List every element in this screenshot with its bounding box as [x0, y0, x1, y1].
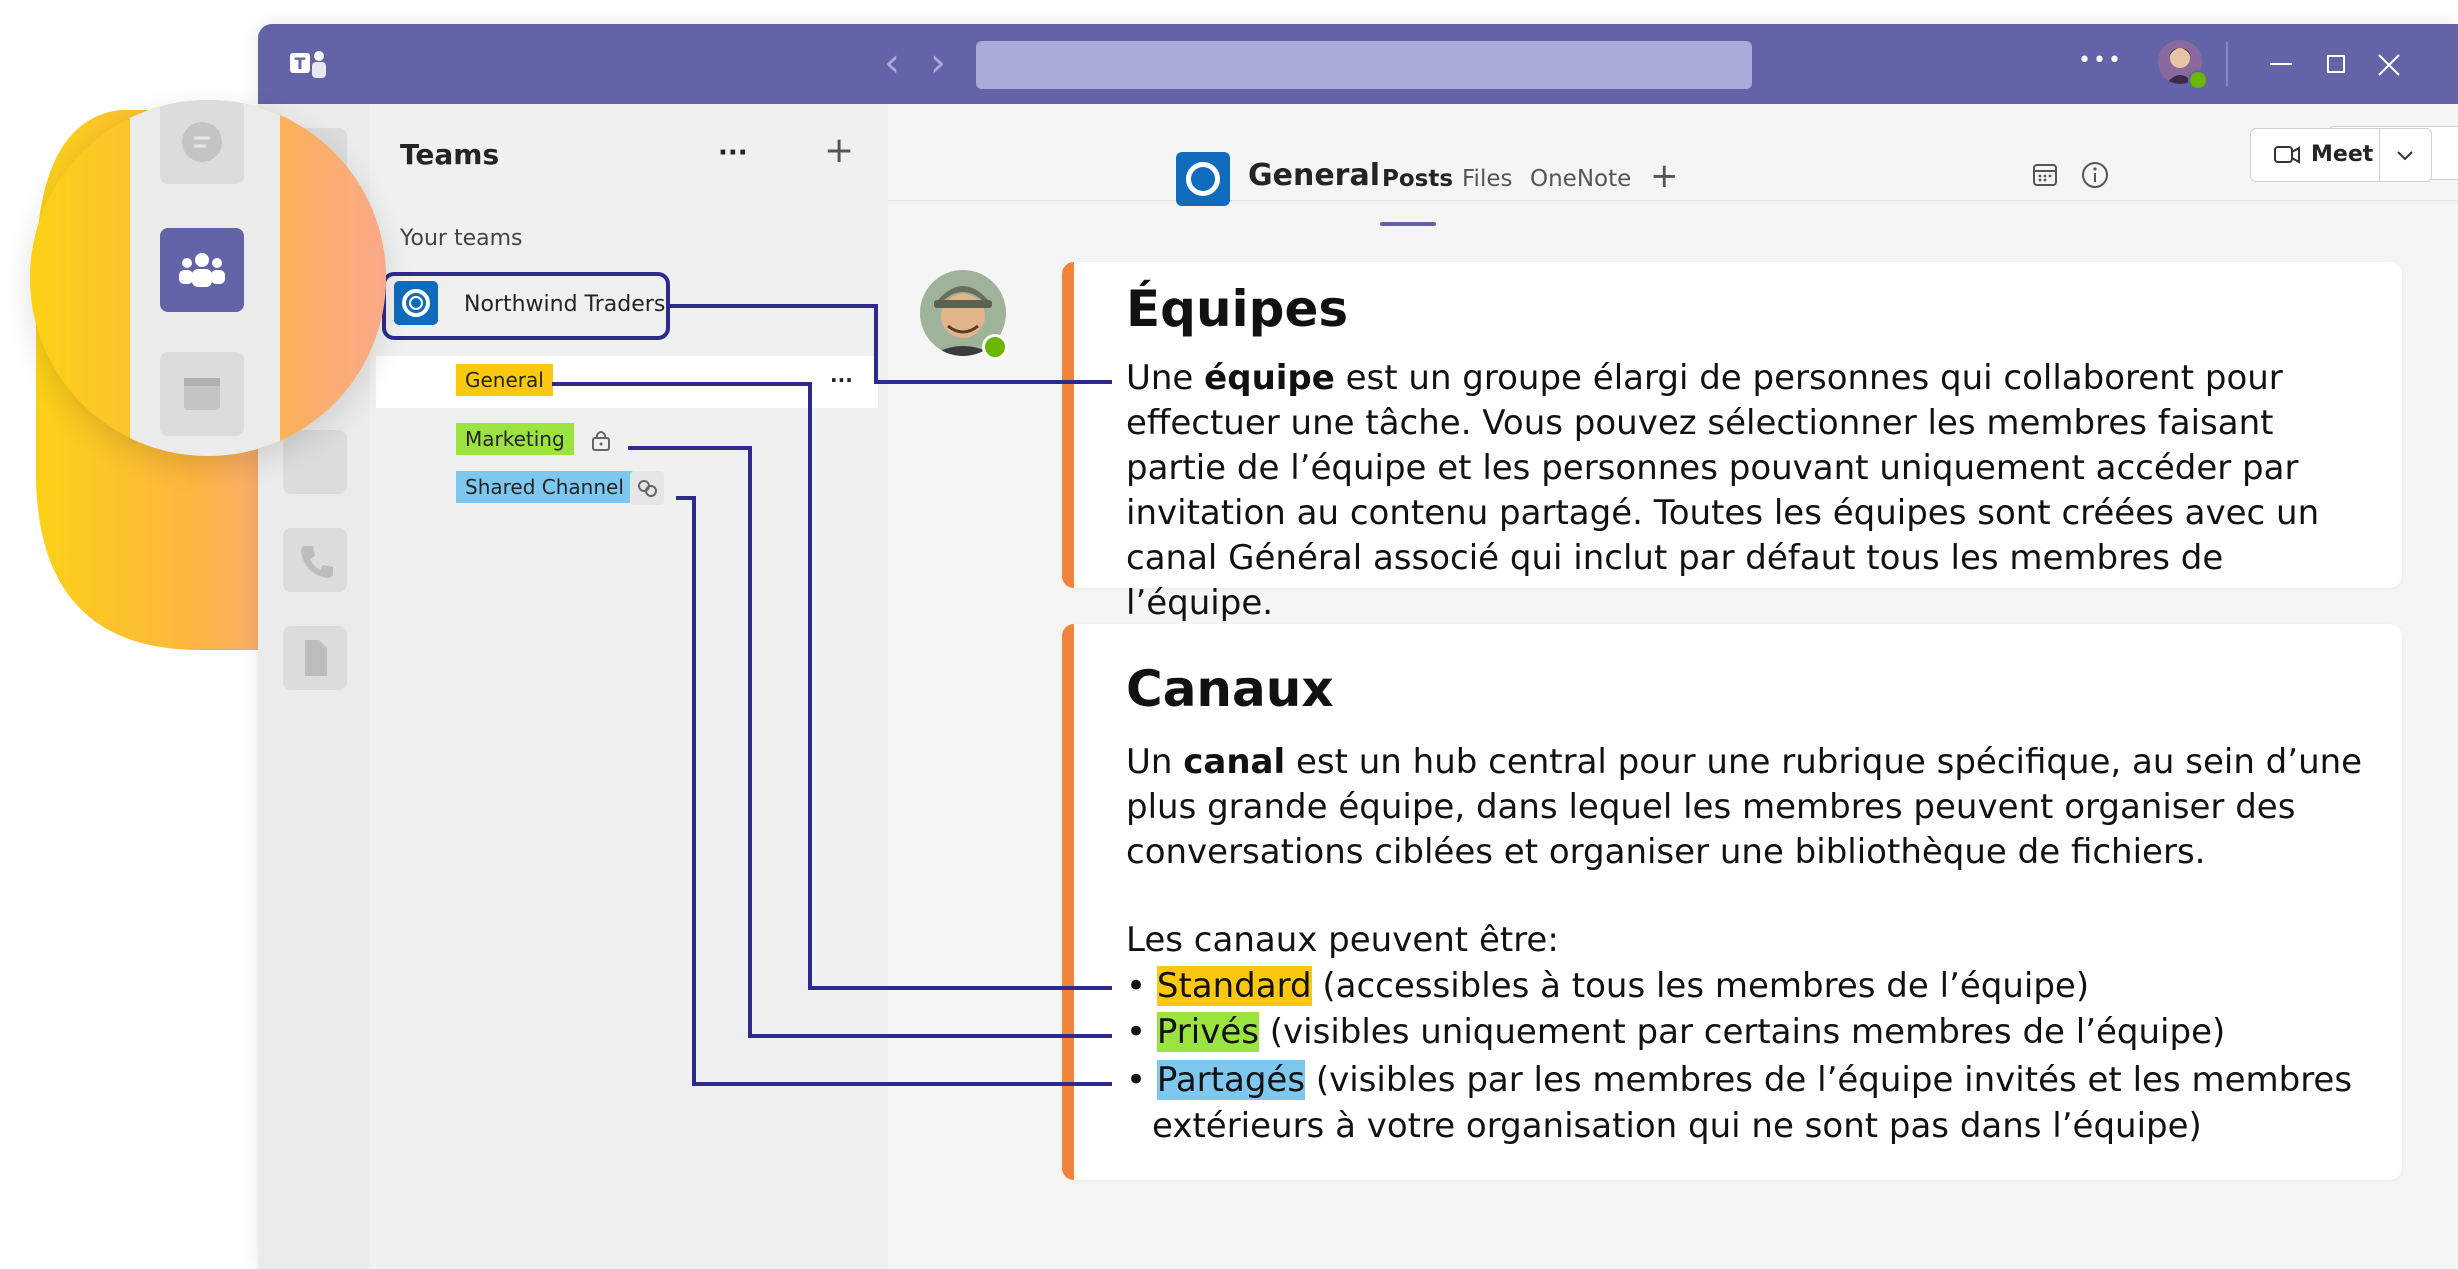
tab-onenote[interactable]: OneNote	[1530, 166, 1631, 192]
zoom-teams-icon[interactable]	[160, 228, 244, 312]
tab-posts[interactable]: Posts	[1382, 166, 1453, 192]
lock-icon	[592, 431, 610, 451]
card-paragraph: Un canal est un hub central pour une rub…	[1126, 740, 2376, 875]
para-bold-term: équipe	[1204, 358, 1335, 398]
shared-icon	[638, 480, 657, 497]
channel-shared-label[interactable]: Shared Channel	[456, 471, 633, 503]
desc-standard: (accessibles à tous les membres de l’équ…	[1311, 966, 2090, 1006]
team-name: Northwind Traders	[464, 292, 666, 317]
channel-general-label: General	[456, 364, 553, 396]
channel-row-general[interactable]	[376, 356, 878, 408]
add-tab-button[interactable]: +	[1650, 156, 1679, 196]
term-shared: Partagés	[1156, 1060, 1306, 1100]
channel-avatar-ring-icon	[1186, 162, 1220, 196]
term-private: Privés	[1156, 1012, 1259, 1052]
back-arrow-icon[interactable]: ‹	[884, 40, 900, 86]
minimize-icon[interactable]	[2268, 54, 2294, 74]
para-text-post: est un hub central pour une rubrique spé…	[1126, 742, 2363, 872]
channel-header: General Posts Files OneNote +	[888, 104, 2458, 226]
term-standard: Standard	[1156, 966, 1312, 1006]
close-icon[interactable]	[2376, 52, 2402, 78]
channel-more-button[interactable]: ···	[830, 368, 853, 392]
more-options-icon[interactable]: •••	[2078, 48, 2123, 73]
your-teams-label: Your teams	[400, 226, 523, 251]
bullet: •	[1126, 1012, 1147, 1052]
teams-logo-icon: T	[290, 51, 326, 78]
card-accent-bar	[1062, 262, 1074, 588]
card-accent-bar	[1062, 624, 1074, 1180]
titlebar-divider	[2226, 42, 2228, 86]
add-team-button[interactable]: +	[824, 130, 854, 171]
rail-files-icon[interactable]	[283, 626, 347, 690]
presence-available-icon	[982, 334, 1008, 360]
bullet: •	[1126, 966, 1147, 1006]
shared-icon-box	[630, 471, 664, 505]
desc-private: (visibles uniquement par certains membre…	[1258, 1012, 2226, 1052]
title-bar: T ‹ › •••	[258, 24, 2458, 104]
list-item-private: • Privés (visibles uniquement par certai…	[1126, 1010, 2225, 1055]
meet-label: Meet	[2311, 142, 2374, 167]
list-item-shared-cont: extérieurs à votre organisation qui ne s…	[1152, 1106, 2202, 1146]
list-intro: Les canaux peuvent être:	[1126, 920, 1559, 960]
desc-shared: (visibles par les membres de l’équipe in…	[1305, 1060, 2353, 1100]
team-ring-icon	[402, 289, 430, 317]
teams-explanation-card: Équipes Une équipe est un groupe élargi …	[1062, 262, 2402, 623]
meet-button[interactable]: Meet	[2250, 128, 2380, 182]
meeting-notes-icon[interactable]	[2032, 162, 2058, 188]
card-title: Canaux	[1126, 660, 1334, 718]
meet-dropdown-button[interactable]	[2380, 128, 2432, 182]
list-item-standard: • Standard (accessibles à tous les membr…	[1126, 964, 2089, 1009]
tab-files[interactable]: Files	[1462, 166, 1512, 192]
bullet: •	[1126, 1060, 1147, 1100]
search-input[interactable]	[976, 41, 1752, 89]
rail-calls-icon[interactable]	[283, 528, 347, 592]
para-text-pre: Un	[1126, 742, 1184, 782]
teams-more-button[interactable]: ···	[718, 138, 748, 168]
status-available-dot	[2188, 70, 2208, 90]
tab-active-underline	[1380, 222, 1436, 226]
chevron-down-icon	[2397, 151, 2413, 161]
para-text-pre: Une	[1126, 358, 1205, 398]
channels-explanation-card: Canaux Un canal est un hub central pour …	[1062, 624, 2402, 1180]
teams-pane-title: Teams	[400, 138, 500, 171]
channel-title: General	[1248, 158, 1380, 193]
channel-marketing-label[interactable]: Marketing	[456, 423, 574, 455]
zoom-calendar-icon	[160, 352, 244, 436]
video-camera-icon	[2274, 146, 2300, 164]
team-avatar	[394, 281, 438, 325]
info-icon[interactable]	[2080, 160, 2110, 190]
svg-text:T: T	[295, 54, 306, 73]
zoom-chat-icon	[160, 100, 244, 184]
zoom-circle	[30, 100, 386, 456]
card-paragraph: Une équipe est un groupe élargi de perso…	[1126, 356, 2376, 626]
list-item-shared: • Partagés (visibles par les membres de …	[1126, 1058, 2352, 1103]
card-title: Équipes	[1126, 280, 1349, 338]
forward-arrow-icon[interactable]: ›	[930, 40, 946, 86]
maximize-icon[interactable]	[2324, 52, 2348, 76]
para-bold-term: canal	[1183, 742, 1286, 782]
